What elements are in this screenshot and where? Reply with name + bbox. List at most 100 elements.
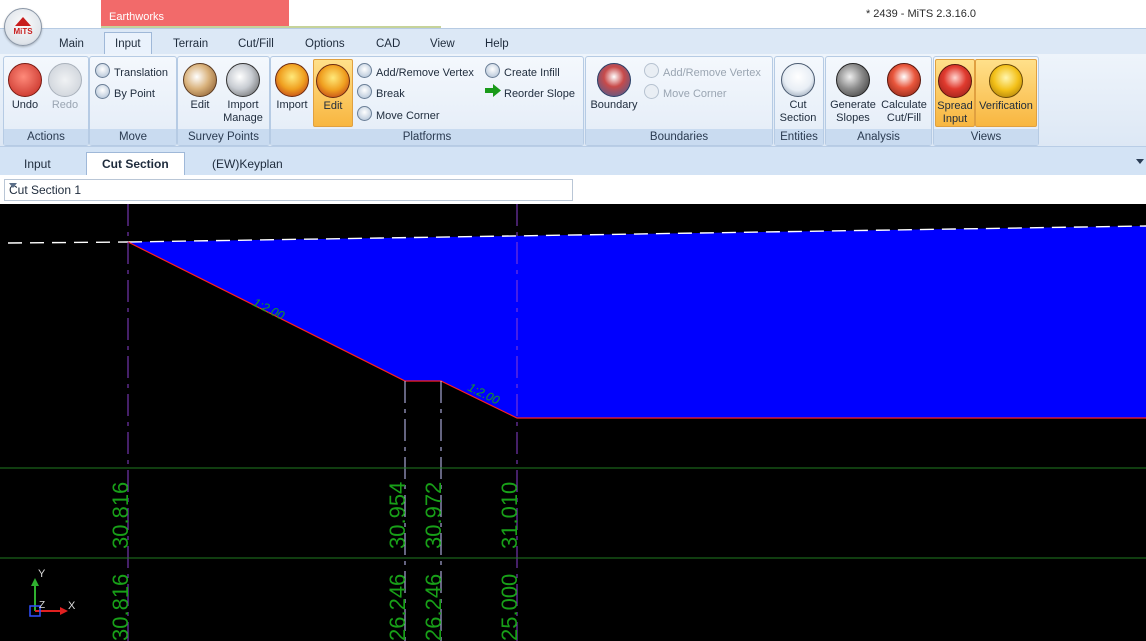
- cut-section-icon: [781, 63, 815, 97]
- boundary-move-corner-icon: [644, 84, 659, 99]
- tab-cad[interactable]: CAD: [376, 38, 400, 50]
- redo-label: Redo: [51, 99, 79, 111]
- create-infill-button[interactable]: Create Infill: [485, 63, 560, 81]
- doc-tab-cut-section[interactable]: Cut Section: [86, 152, 185, 177]
- boundary-move-corner-label: Move Corner: [663, 88, 727, 100]
- cad-drawing-canvas[interactable]: 1:2.00 1:2.00 30.816 30.954 30.972 31.01…: [0, 204, 1146, 641]
- group-label-survey-points: Survey Points: [178, 129, 269, 145]
- station-label-2: 30.954: [385, 482, 410, 549]
- by-point-button[interactable]: By Point: [95, 84, 155, 102]
- tab-options[interactable]: Options: [305, 38, 345, 50]
- survey-edit-icon: [183, 63, 217, 97]
- axis-z-label: Z: [39, 600, 45, 611]
- add-remove-vertex-button[interactable]: Add/Remove Vertex: [357, 63, 474, 81]
- platform-edit-button[interactable]: Edit: [313, 59, 353, 127]
- group-entities: Cut Section Entities: [774, 56, 824, 146]
- tab-terrain[interactable]: Terrain: [173, 38, 208, 50]
- station-label-1: 30.816: [108, 482, 133, 549]
- group-move: Translation By Point Move: [89, 56, 177, 146]
- boundary-add-remove-vertex-button[interactable]: Add/Remove Vertex: [644, 63, 761, 81]
- move-corner-button[interactable]: Move Corner: [357, 106, 440, 124]
- layers-import-icon: [275, 63, 309, 97]
- ribbon: Undo Redo Actions Translation By Point M…: [0, 54, 1146, 147]
- move-corner-label: Move Corner: [376, 110, 440, 122]
- verification-label: Verification: [979, 100, 1033, 112]
- reorder-slope-label: Reorder Slope: [504, 88, 575, 100]
- tab-help[interactable]: Help: [485, 38, 509, 50]
- generate-slopes-button[interactable]: Generate Slopes: [827, 59, 879, 125]
- tab-overflow-chevron-icon[interactable]: [1136, 159, 1144, 164]
- group-label-views: Views: [934, 129, 1038, 145]
- undo-button[interactable]: Undo: [6, 59, 44, 125]
- calculate-label-1: Calculate: [881, 99, 927, 111]
- cut-section-button[interactable]: Cut Section: [777, 59, 819, 125]
- redo-button[interactable]: Redo: [46, 59, 84, 125]
- spread-input-icon: [938, 64, 972, 98]
- ucs-axis-icon: Y X Z: [29, 568, 76, 617]
- break-icon: [357, 84, 372, 99]
- offset-label-3: 26.246: [421, 574, 446, 641]
- ribbon-tab-strip: Main Input Terrain Cut/Fill Options CAD …: [0, 28, 1146, 55]
- verification-button[interactable]: Verification: [975, 59, 1037, 127]
- generate-slopes-label-1: Generate: [830, 99, 876, 111]
- window-title: * 2439 - MiTS 2.3.16.0: [865, 8, 976, 20]
- import-manage-label-1: Import: [227, 99, 259, 111]
- boundary-button[interactable]: Boundary: [588, 59, 640, 125]
- translation-button[interactable]: Translation: [95, 63, 168, 81]
- break-label: Break: [376, 88, 405, 100]
- translation-label: Translation: [114, 67, 169, 79]
- cut-section-dropdown[interactable]: Cut Section 1: [4, 179, 573, 201]
- group-label-analysis: Analysis: [826, 129, 931, 145]
- boundary-move-corner-button[interactable]: Move Corner: [644, 84, 727, 102]
- app-menu-button[interactable]: MiTS: [4, 8, 42, 46]
- tab-cut-fill[interactable]: Cut/Fill: [238, 38, 274, 50]
- undo-icon: [8, 63, 42, 97]
- tab-view[interactable]: View: [430, 38, 455, 50]
- document-tab-strip: Input Cut Section (EW)Keyplan: [0, 146, 1146, 177]
- translation-icon: [95, 63, 110, 78]
- create-infill-label: Create Infill: [504, 67, 560, 79]
- platform-import-button[interactable]: Import: [273, 59, 311, 125]
- tab-main[interactable]: Main: [59, 38, 84, 50]
- context-tab-label: Earthworks: [109, 11, 165, 23]
- boundary-label: Boundary: [590, 99, 638, 111]
- spread-input-label-1: Spread: [937, 100, 973, 112]
- survey-edit-button[interactable]: Edit: [180, 59, 220, 125]
- layers-edit-icon: [316, 64, 350, 98]
- calculate-label-2: Cut/Fill: [886, 112, 922, 124]
- arrow-right-icon: [485, 84, 501, 103]
- group-platforms: Import Edit Add/Remove Vertex Break Move…: [270, 56, 584, 146]
- boundary-add-vertex-icon: [644, 63, 659, 78]
- add-vertex-icon: [357, 63, 372, 78]
- spread-input-button[interactable]: Spread Input: [935, 59, 975, 127]
- import-manage-button[interactable]: Import Manage: [220, 59, 266, 125]
- boundary-icon: [597, 63, 631, 97]
- chevron-down-icon: [9, 183, 17, 188]
- group-label-move: Move: [90, 129, 176, 145]
- doc-tab-ew-keyplan[interactable]: (EW)Keyplan: [212, 157, 283, 171]
- cut-section-label-2: Section: [779, 112, 817, 124]
- calculate-cut-fill-button[interactable]: Calculate Cut/Fill: [879, 59, 929, 125]
- group-views: Spread Input Verification Views: [933, 56, 1039, 146]
- axis-x-label: X: [68, 600, 76, 612]
- tab-input[interactable]: Input: [104, 32, 152, 54]
- group-label-boundaries: Boundaries: [586, 129, 772, 145]
- tools-icon: [226, 63, 260, 97]
- boundary-add-remove-vertex-label: Add/Remove Vertex: [663, 67, 761, 79]
- survey-edit-label: Edit: [190, 99, 210, 111]
- generate-slopes-label-2: Slopes: [836, 112, 870, 124]
- doc-tab-input[interactable]: Input: [24, 157, 51, 171]
- reorder-slope-button[interactable]: Reorder Slope: [485, 84, 575, 102]
- by-point-label: By Point: [114, 88, 155, 100]
- group-label-platforms: Platforms: [271, 129, 583, 145]
- break-button[interactable]: Break: [357, 84, 405, 102]
- spread-input-label-2: Input: [942, 113, 968, 125]
- cut-section-label-1: Cut: [789, 99, 807, 111]
- section-selector-bar: Cut Section 1: [0, 175, 1146, 204]
- verification-icon: [989, 64, 1023, 98]
- group-label-actions: Actions: [4, 129, 88, 145]
- platform-import-label: Import: [276, 99, 308, 111]
- import-manage-label-2: Manage: [223, 112, 263, 124]
- add-remove-vertex-label: Add/Remove Vertex: [376, 67, 474, 79]
- cut-section-drawing: 1:2.00 1:2.00 30.816 30.954 30.972 31.01…: [0, 204, 1146, 641]
